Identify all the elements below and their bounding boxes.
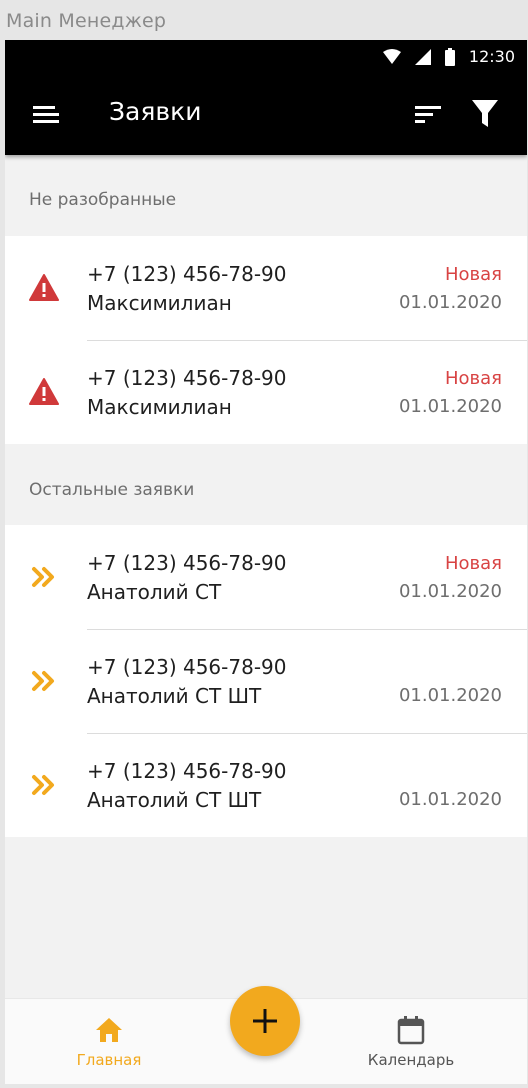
nav-calendar-label: Календарь [367,1051,455,1069]
item-phone: +7 (123) 456-78-90 [87,366,287,390]
item-name: Максимилиан [87,395,232,419]
status-badge: Новая [444,368,502,389]
phone-screen: 12:30 Заявки Не разобранные +7 (123) 456… [5,40,527,1084]
wifi-icon [382,48,401,64]
item-date: 01.01.2020 [398,581,502,602]
nav-home[interactable]: Главная [29,999,189,1084]
app-bar: Заявки [5,75,527,155]
list-card-other: +7 (123) 456-78-90 Анатолий СТ Новая 01.… [5,525,527,837]
list-item[interactable]: +7 (123) 456-78-90 Максимилиан Новая 01.… [5,236,527,340]
list-item[interactable]: +7 (123) 456-78-90 Анатолий СТ Новая 01.… [5,525,527,629]
section-header-other: Остальные заявки [29,480,195,500]
status-time: 12:30 [468,47,515,66]
status-bar: 12:30 [5,40,527,75]
status-badge: Новая [444,264,502,285]
item-name: Анатолий СТ ШТ [87,684,262,708]
filter-icon[interactable] [471,99,499,129]
menu-icon[interactable] [33,103,61,127]
warning-icon [29,378,59,405]
section-header-unsorted: Не разобранные [29,190,177,210]
sort-icon[interactable] [413,103,443,127]
list-item[interactable]: +7 (123) 456-78-90 Анатолий СТ ШТ 01.01.… [5,629,527,733]
item-phone: +7 (123) 456-78-90 [87,262,287,286]
item-date: 01.01.2020 [398,789,502,810]
item-name: Анатолий СТ ШТ [87,788,262,812]
item-date: 01.01.2020 [398,292,502,313]
calendar-icon [397,1016,425,1045]
item-phone: +7 (123) 456-78-90 [87,655,287,679]
page-title: Заявки [109,97,202,126]
warning-icon [29,274,59,301]
item-date: 01.01.2020 [398,396,502,417]
list-card-unsorted: +7 (123) 456-78-90 Максимилиан Новая 01.… [5,236,527,444]
list-item[interactable]: +7 (123) 456-78-90 Анатолий СТ ШТ 01.01.… [5,733,527,837]
nav-calendar[interactable]: Календарь [331,999,491,1084]
item-name: Максимилиан [87,291,232,315]
status-badge: Новая [444,553,502,574]
list-item[interactable]: +7 (123) 456-78-90 Максимилиан Новая 01.… [5,340,527,444]
double-chevron-right-icon [32,671,54,691]
double-chevron-right-icon [32,775,54,795]
battery-icon [444,47,455,66]
nav-home-label: Главная [76,1051,142,1069]
item-phone: +7 (123) 456-78-90 [87,551,287,575]
item-date: 01.01.2020 [398,685,502,706]
add-button[interactable] [230,986,300,1056]
item-name: Анатолий СТ [87,580,222,604]
cell-signal-icon [414,48,431,65]
window-title: Main Менеджер [6,10,167,32]
home-icon [96,1018,122,1042]
plus-icon [253,1009,277,1033]
double-chevron-right-icon [32,567,54,587]
item-phone: +7 (123) 456-78-90 [87,759,287,783]
